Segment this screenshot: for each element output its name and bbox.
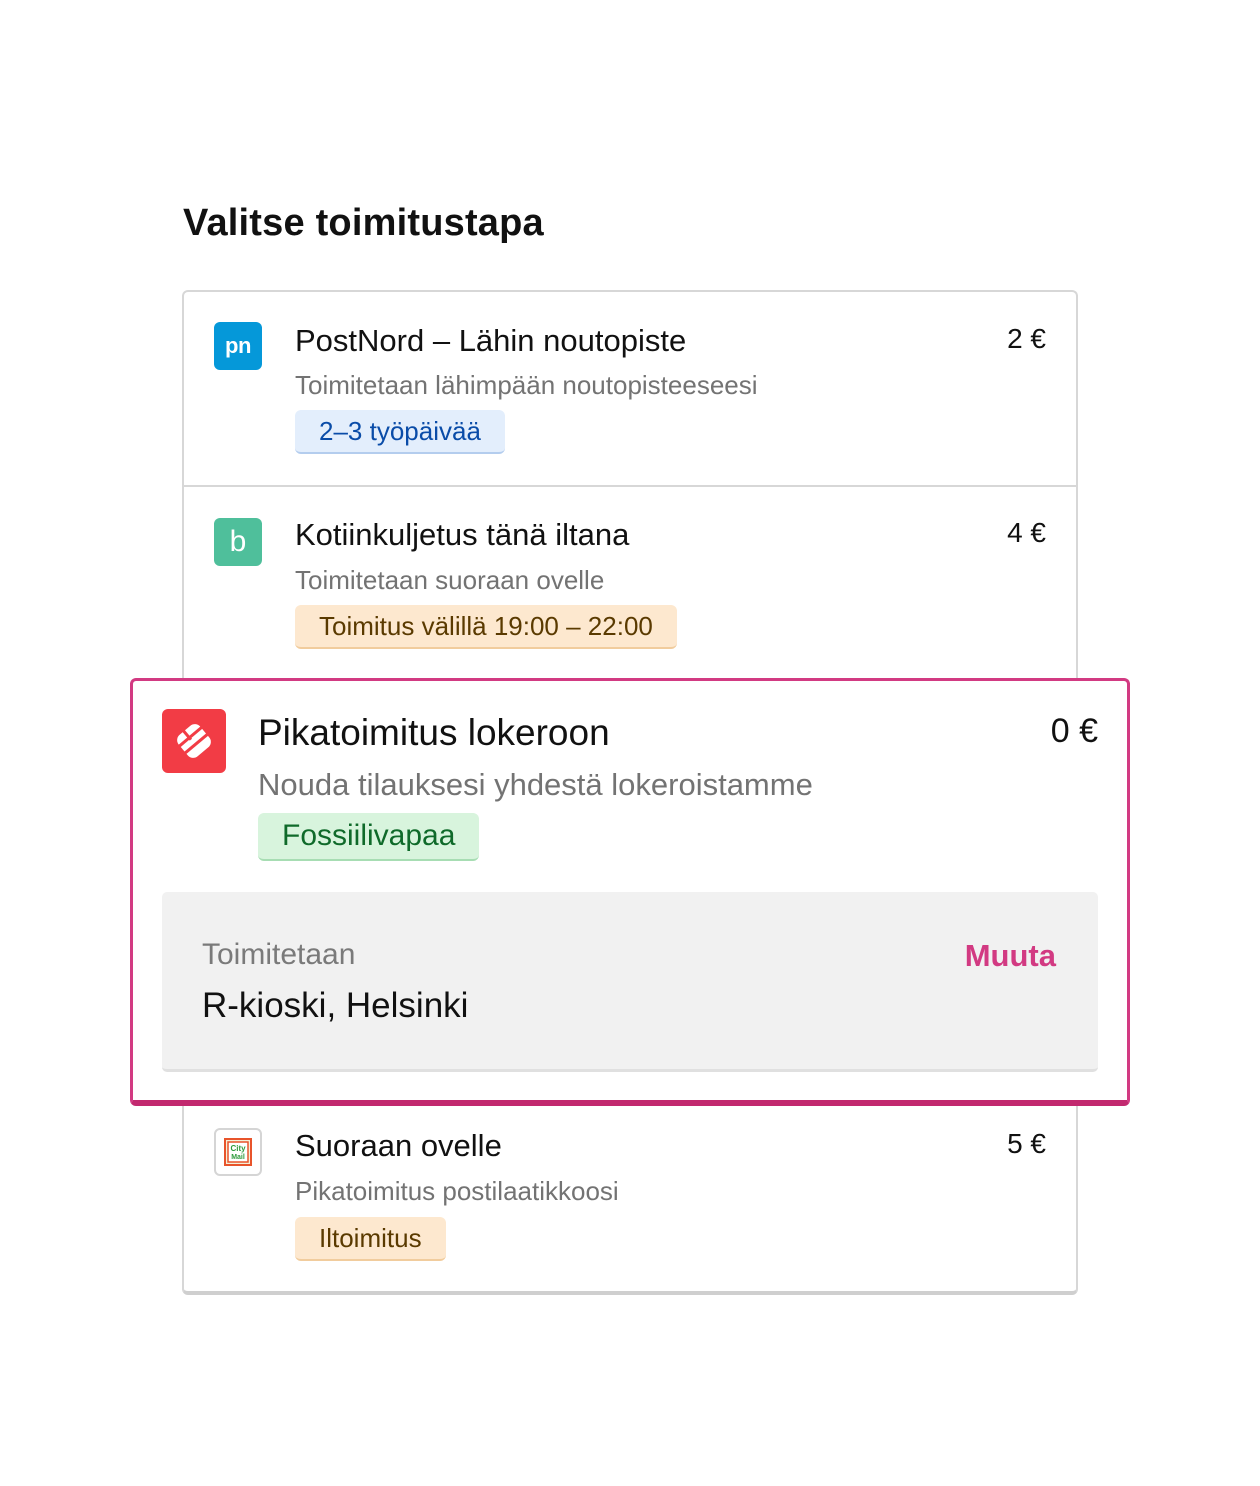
citymail-logo-graphic: City Mail bbox=[224, 1138, 252, 1166]
svg-text:City: City bbox=[230, 1144, 246, 1153]
fossil-free-badge: Fossiilivapaa bbox=[258, 813, 480, 861]
option-price: 2 € bbox=[1007, 323, 1046, 354]
option-title: Kotiinkuljetus tänä iltana bbox=[295, 517, 630, 552]
option-price: 4 € bbox=[1007, 517, 1046, 548]
delivery-location-box: Toimitetaan R-kioski, Helsinki Muuta bbox=[162, 892, 1098, 1072]
budbee-logo-icon: b bbox=[214, 518, 262, 566]
delivery-option-citymail[interactable]: City Mail Suoraan ovelle Pikatoimitus po… bbox=[184, 1104, 1076, 1294]
svg-text:Mail: Mail bbox=[231, 1154, 245, 1161]
delivery-location-value: R-kioski, Helsinki bbox=[202, 986, 469, 1025]
budbee-logo-text: b bbox=[229, 525, 247, 558]
option-title: PostNord – Lähin noutopiste bbox=[295, 323, 687, 358]
option-price: 0 € bbox=[1050, 712, 1098, 750]
option-description: Toimitetaan suoraan ovelle bbox=[295, 565, 605, 595]
delivery-location-label: Toimitetaan bbox=[202, 938, 356, 971]
delivery-option-postnord[interactable]: pn PostNord – Lähin noutopiste Toimiteta… bbox=[184, 292, 1076, 485]
citymail-logo-icon: City Mail bbox=[214, 1128, 262, 1176]
delivery-option-locker-selected[interactable]: Pikatoimitus lokeroon Nouda tilauksesi y… bbox=[130, 678, 1130, 1106]
delivery-time-badge: 2–3 työpäivää bbox=[295, 410, 505, 454]
pikatoimitus-logo-graphic bbox=[177, 724, 211, 758]
option-price: 5 € bbox=[1007, 1128, 1046, 1159]
option-title: Suoraan ovelle bbox=[295, 1128, 502, 1163]
option-title: Pikatoimitus lokeroon bbox=[258, 712, 610, 753]
page-title: Valitse toimitustapa bbox=[183, 202, 544, 244]
evening-delivery-badge: Iltoimitus bbox=[295, 1217, 446, 1261]
option-description: Toimitetaan lähimpään noutopisteeseesi bbox=[295, 370, 758, 400]
delivery-window-badge: Toimitus välillä 19:00 – 22:00 bbox=[295, 605, 677, 649]
pikatoimitus-logo-icon bbox=[162, 709, 226, 773]
change-location-link[interactable]: Muuta bbox=[965, 938, 1056, 974]
postnord-logo-icon: pn bbox=[214, 322, 262, 370]
option-description: Nouda tilauksesi yhdestä lokeroistamme bbox=[258, 767, 813, 802]
delivery-option-home-tonight[interactable]: b Kotiinkuljetus tänä iltana Toimitetaan… bbox=[184, 487, 1076, 680]
option-description: Pikatoimitus postilaatikkoosi bbox=[295, 1176, 619, 1206]
postnord-logo-text: pn bbox=[225, 333, 251, 358]
